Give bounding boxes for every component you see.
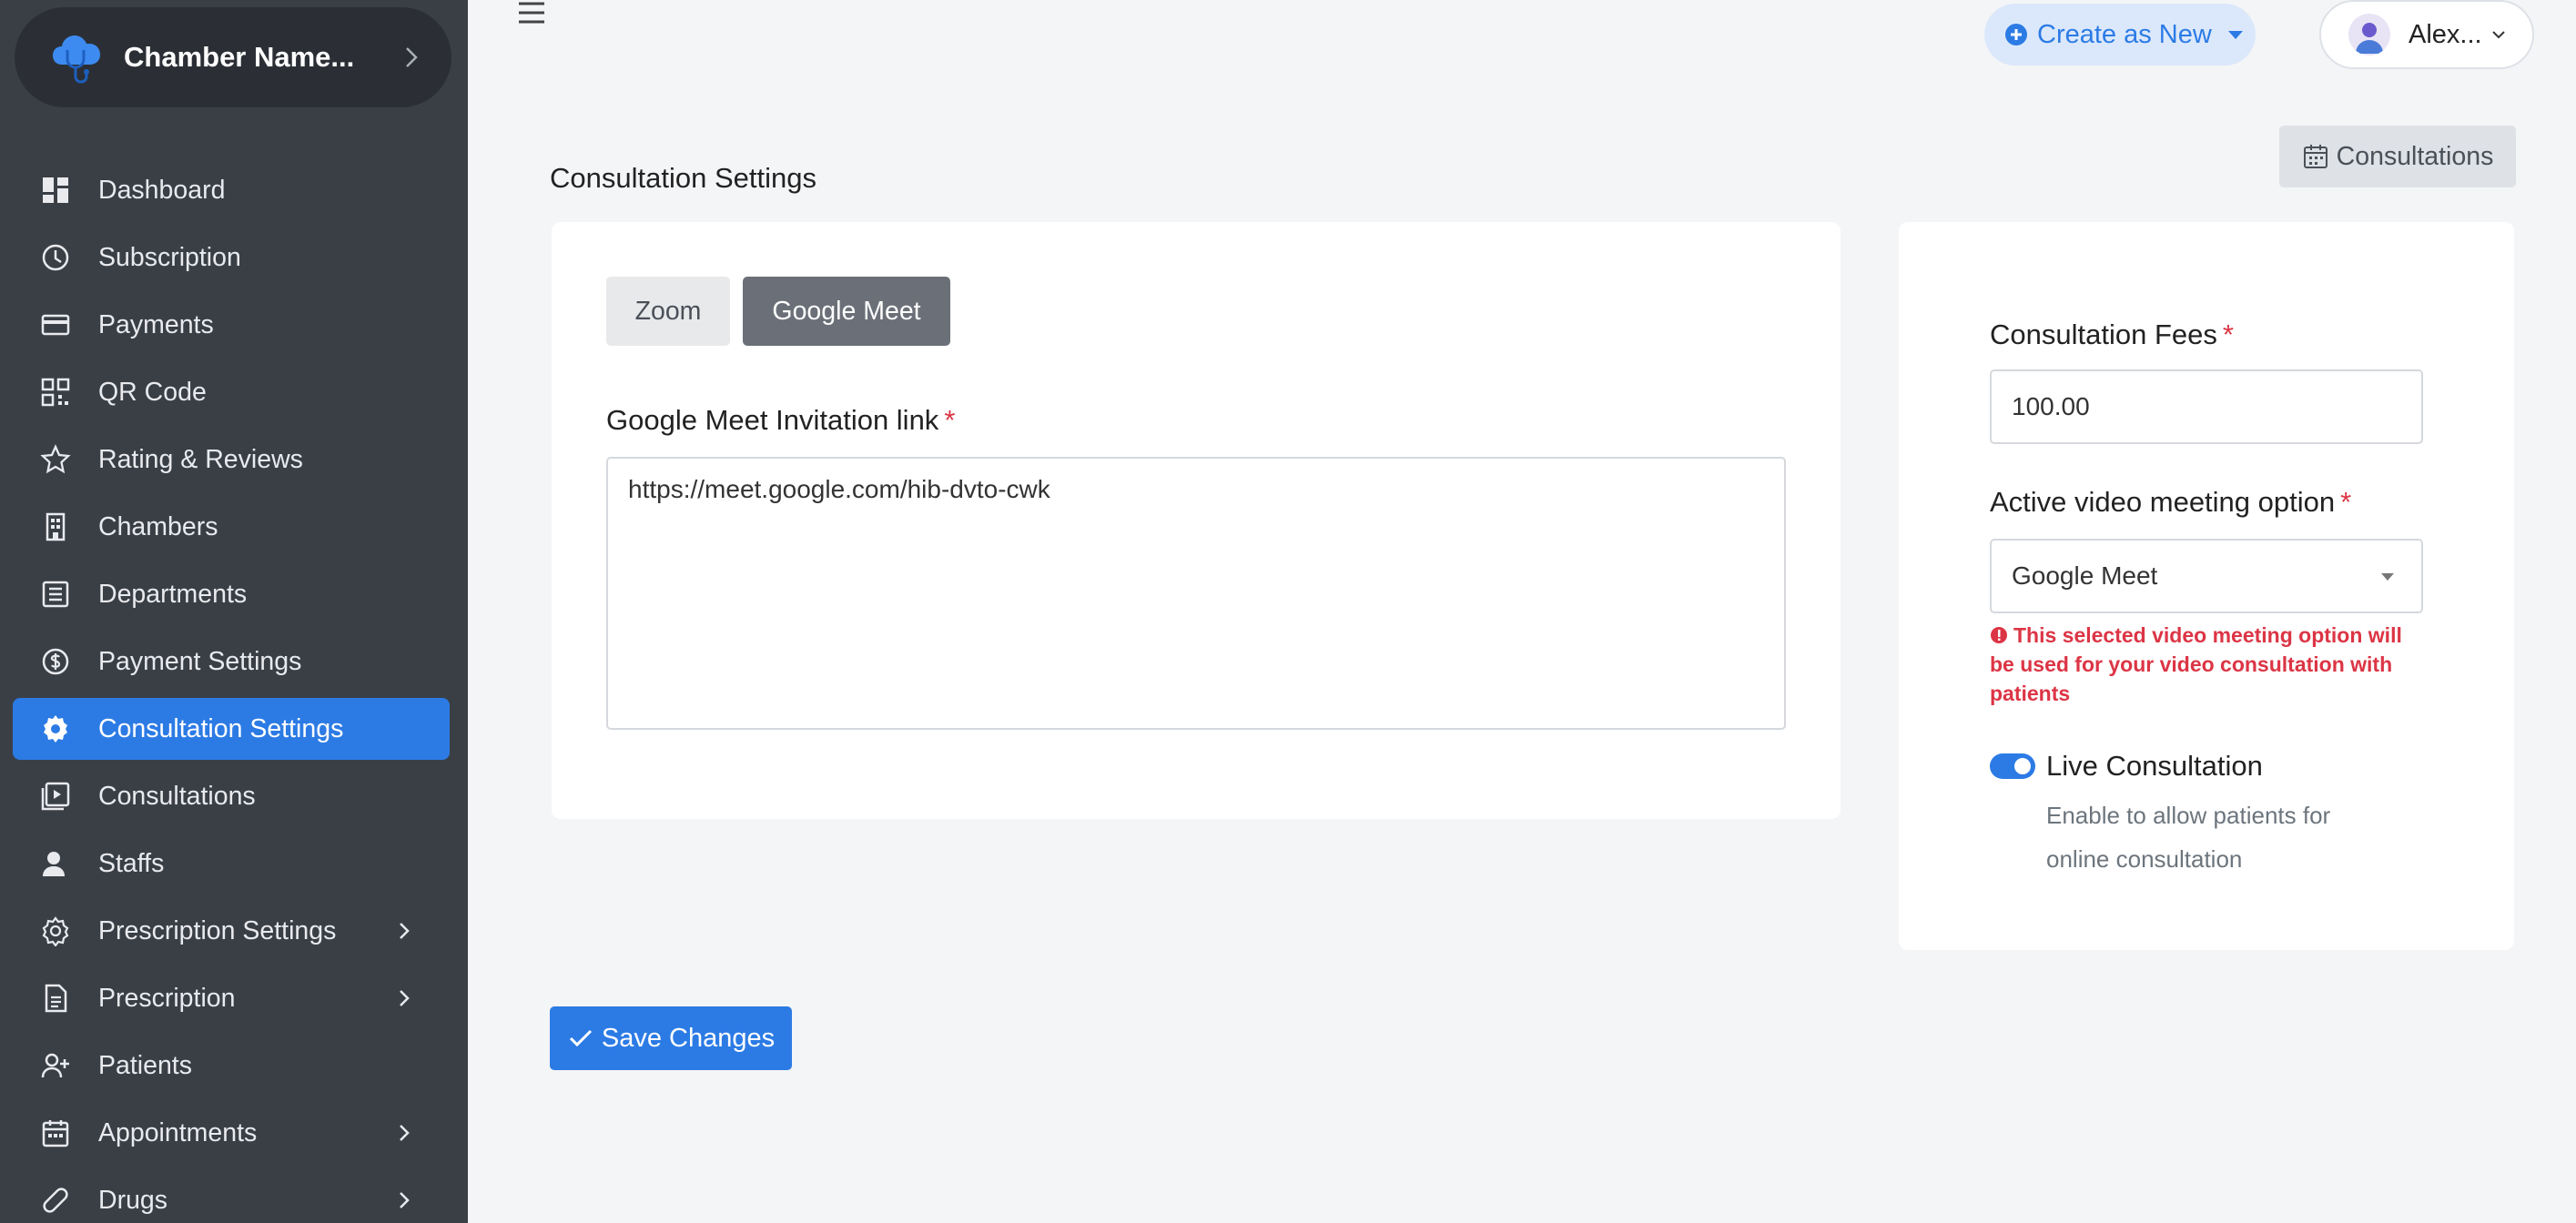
sidebar-item-appointments[interactable]: Appointments [13,1102,450,1164]
consultation-fees-input[interactable] [1990,369,2423,444]
tab-google-meet[interactable]: Google Meet [743,277,950,346]
create-as-new-button[interactable]: Create as New [1984,4,2256,66]
gear-icon [40,713,71,744]
dollar-circle-icon [40,646,71,677]
sidebar-item-consultations[interactable]: Consultations [13,765,450,827]
star-icon [40,444,71,475]
hamburger-icon[interactable] [517,0,546,25]
sidebar-item-staffs[interactable]: Staffs [13,833,450,895]
sidebar-item-label: Rating & Reviews [98,444,303,474]
sidebar-item-label: Drugs [98,1185,168,1215]
sidebar-item-label: QR Code [98,377,207,407]
create-as-new-label: Create as New [2037,19,2212,49]
user-name: Alex... [2409,19,2482,49]
qr-code-icon [40,377,71,408]
dashboard-icon [40,175,71,206]
sidebar-item-dashboard[interactable]: Dashboard [13,159,450,221]
sidebar-item-label: Subscription [98,242,241,272]
calendar-icon [2303,145,2328,168]
required-mark: * [944,404,956,436]
chamber-name: Chamber Name... [124,41,355,73]
sidebar-item-patients[interactable]: Patients [13,1035,450,1097]
sidebar-item-prescription[interactable]: Prescription [13,967,450,1029]
video-option-label-text: Active video meeting option [1990,486,2336,518]
pill-icon [40,1185,71,1216]
sidebar-item-prescription-settings[interactable]: Prescription Settings [13,900,450,962]
gear-outline-icon [40,915,71,946]
chevron-right-icon [406,47,418,67]
video-option-warning: This selected video meeting option will … [1990,621,2423,708]
required-mark: * [2340,486,2352,518]
avatar [2348,14,2390,56]
credit-card-icon [40,309,71,340]
list-icon [40,579,71,610]
meeting-link-card: Zoom Google Meet Google Meet Invitation … [552,222,1841,819]
sidebar-item-chambers[interactable]: Chambers [13,496,450,558]
sidebar-item-label: Payments [98,309,214,339]
sidebar-item-label: Patients [98,1050,192,1080]
user-icon [40,848,71,879]
video-option-label: Active video meeting option * [1990,486,2351,519]
chevron-right-icon [400,1192,410,1208]
sidebar-item-label: Chambers [98,511,218,541]
sidebar-item-label: Prescription [98,983,236,1013]
sidebar-item-label: Payment Settings [98,646,302,676]
sidebar-item-label: Appointments [98,1117,258,1147]
user-plus-icon [40,1050,71,1081]
consultation-fees-label-text: Consultation Fees [1990,318,2217,350]
sidebar-item-label: Dashboard [98,175,226,205]
sidebar-item-label: Departments [98,579,248,609]
sidebar-item-subscription[interactable]: Subscription [13,227,450,288]
consultations-button[interactable]: Consultations [2279,126,2516,187]
invitation-link-label-text: Google Meet Invitation link [606,404,939,436]
sidebar-item-drugs[interactable]: Drugs [13,1169,450,1223]
consultation-fees-label: Consultation Fees * [1990,318,2234,351]
chevron-right-icon [400,923,410,939]
sidebar-item-qr-code[interactable]: QR Code [13,361,450,423]
calendar-icon [40,1117,71,1148]
sidebar-item-label: Prescription Settings [98,915,337,945]
sidebar-item-payments[interactable]: Payments [13,294,450,356]
building-icon [40,511,71,542]
chevron-right-icon [400,990,410,1006]
document-icon [40,983,71,1014]
video-option-value: Google Meet [2012,561,2158,590]
sidebar-item-consultation-settings[interactable]: Consultation Settings [13,698,450,760]
live-consultation-help: Enable to allow patients for online cons… [2046,802,2331,873]
chevron-down-icon [2491,31,2505,39]
exclamation-circle-icon [1991,627,2007,643]
sidebar: Chamber Name... Dashboard Subscription P… [0,0,468,1223]
required-mark: * [2222,318,2234,350]
clock-icon [40,242,71,273]
tab-zoom[interactable]: Zoom [606,277,730,346]
page-title: Consultation Settings [550,162,816,194]
video-icon [40,781,71,812]
toggle-knob [2014,758,2031,774]
chamber-switcher[interactable]: Chamber Name... [15,7,451,107]
consultation-options-card: Consultation Fees* Active video meeting … [1899,222,2514,950]
sidebar-item-label: Consultations [98,781,256,811]
sidebar-item-payment-settings[interactable]: Payment Settings [13,631,450,692]
live-consultation-toggle[interactable] [1990,753,2035,779]
invitation-link-label: Google Meet Invitation link * [606,404,955,437]
invitation-link-textarea[interactable]: https://meet.google.com/hib-dvto-cwk [606,457,1786,730]
caret-down-icon [2381,573,2394,581]
check-icon [569,1029,592,1047]
sidebar-item-label: Staffs [98,848,165,878]
video-option-select[interactable]: Google Meet [1990,539,2423,613]
sidebar-item-departments[interactable]: Departments [13,563,450,625]
user-menu[interactable]: Alex... [2319,0,2534,69]
save-changes-label: Save Changes [601,1023,776,1053]
sidebar-item-label: Consultation Settings [98,713,344,743]
sidebar-item-rating-reviews[interactable]: Rating & Reviews [13,429,450,490]
caret-down-icon [2227,30,2243,39]
cloud-doctor-logo-icon [53,35,100,84]
consultations-button-label: Consultations [2336,141,2494,171]
plus-circle-icon [2005,24,2027,45]
live-consultation-label: Live Consultation [2046,750,2263,782]
save-changes-button[interactable]: Save Changes [550,1006,792,1070]
warning-text: This selected video meeting option will … [1990,623,2402,705]
chevron-right-icon [400,1125,410,1141]
